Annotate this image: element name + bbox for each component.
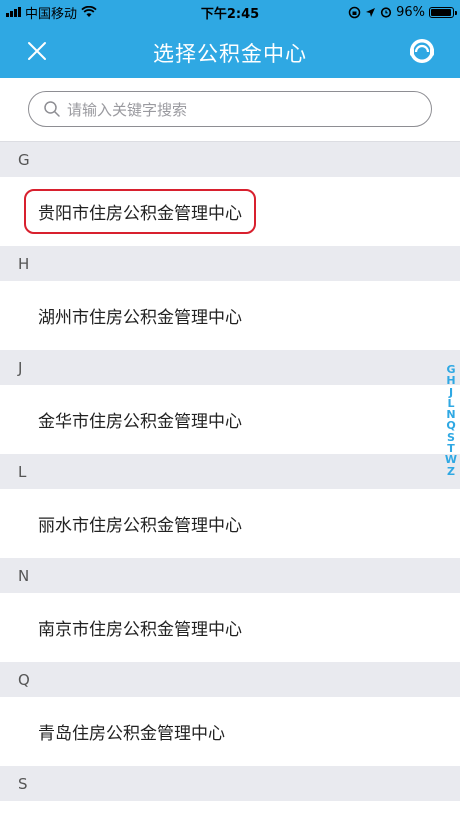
status-bar: 中国移动 下午2:45 96% [0, 0, 460, 24]
search-icon [44, 101, 60, 117]
list-item[interactable]: 金华市住房公积金管理中心 [0, 385, 460, 454]
page-title: 选择公积金中心 [153, 42, 307, 66]
list-item-label: 湖州市住房公积金管理中心 [38, 308, 242, 328]
index-letter-z[interactable]: Z [447, 465, 455, 477]
search-input[interactable]: 请输入关键字搜索 [28, 91, 432, 127]
section-header-s: S [0, 766, 460, 801]
search-area: 请输入关键字搜索 [0, 78, 460, 142]
list-item-label: 丽水市住房公积金管理中心 [38, 516, 242, 536]
alphabet-index[interactable]: GHJLNQSTWZ [444, 364, 458, 477]
search-placeholder: 请输入关键字搜索 [67, 100, 188, 119]
battery-level [431, 8, 452, 16]
list-item-label: 青岛住房公积金管理中心 [38, 724, 225, 744]
section-header-n: N [0, 558, 460, 593]
section-header-l: L [0, 454, 460, 489]
section-header-q: Q [0, 662, 460, 697]
section-header-j: J [0, 350, 460, 385]
alarm-icon [380, 7, 392, 18]
list-item[interactable]: 湖州市住房公积金管理中心 [0, 281, 460, 350]
battery-icon [429, 6, 457, 18]
orientation-lock-icon [348, 6, 361, 18]
carrier-label: 中国移动 [25, 6, 78, 22]
status-left: 中国移动 [6, 3, 97, 22]
signal-icon [6, 7, 21, 17]
index-letter-w[interactable]: W [445, 454, 457, 466]
battery-percent: 96% [396, 4, 425, 20]
list-item-label: 贵阳市住房公积金管理中心 [24, 189, 256, 234]
status-right: 96% [348, 4, 457, 20]
navigation-bar: 选择公积金中心 [0, 24, 460, 78]
list-item[interactable]: 贵阳市住房公积金管理中心 [0, 177, 460, 246]
list-item-label: 金华市住房公积金管理中心 [38, 412, 242, 432]
section-header-h: H [0, 246, 460, 281]
center-list: G 贵阳市住房公积金管理中心 H 湖州市住房公积金管理中心 J 金华市住房公积金管理中心 L… [0, 142, 460, 801]
location-icon [366, 7, 376, 17]
wifi-icon [81, 6, 97, 17]
list-item[interactable]: 南京市住房公积金管理中心 [0, 593, 460, 662]
section-header-g: G [0, 142, 460, 177]
customer-service-icon[interactable] [406, 35, 438, 67]
list-item[interactable]: 青岛住房公积金管理中心 [0, 697, 460, 766]
list-item[interactable]: 丽水市住房公积金管理中心 [0, 489, 460, 558]
index-letter-h[interactable]: H [446, 375, 455, 387]
list-item-label: 南京市住房公积金管理中心 [38, 620, 242, 640]
